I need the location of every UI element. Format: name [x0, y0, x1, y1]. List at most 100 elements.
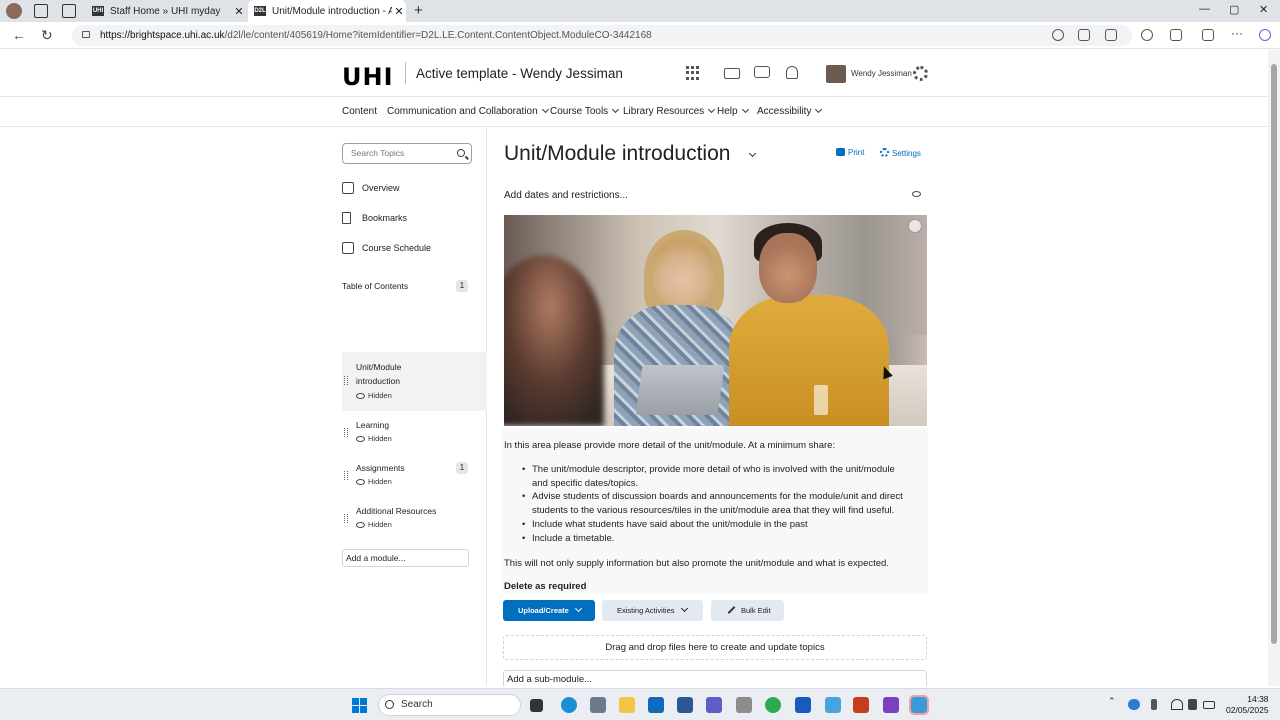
uhi-logo[interactable]: UHI	[342, 63, 394, 91]
browser-essentials-icon[interactable]	[1170, 29, 1182, 41]
bulk-edit-button[interactable]: Bulk Edit	[711, 600, 784, 621]
search-icon	[385, 700, 394, 709]
chevron-up-icon[interactable]: ⌃	[1108, 696, 1120, 707]
status-label: Hidden	[368, 391, 392, 400]
user-avatar[interactable]	[826, 65, 846, 83]
hidden-status: Hidden	[356, 434, 392, 443]
read-aloud-icon[interactable]	[1078, 29, 1090, 41]
browser-tab-active[interactable]: D2L Unit/Module introduction - Active ✕	[248, 0, 406, 22]
outlook-icon[interactable]	[648, 697, 664, 713]
add-submodule-input[interactable]: Add a sub-module...	[503, 670, 927, 686]
microphone-icon[interactable]	[1151, 699, 1157, 710]
table-of-contents-heading[interactable]: Table of Contents	[342, 281, 408, 291]
nav-label: Accessibility	[757, 106, 812, 117]
workspaces-icon[interactable]	[34, 4, 48, 18]
photos-icon[interactable]	[825, 697, 841, 713]
screen-recorder-icon[interactable]	[909, 695, 929, 715]
more-icon[interactable]: ···	[1231, 26, 1243, 40]
onenote-icon[interactable]	[883, 697, 899, 713]
wifi-icon[interactable]	[1171, 699, 1183, 710]
calculator-icon[interactable]	[590, 697, 606, 713]
image-options-icon[interactable]	[908, 219, 922, 233]
sidebar-item-bookmarks[interactable]: Bookmarks	[342, 212, 407, 224]
browser-tab-myday[interactable]: UHI Staff Home » UHI myday ✕	[86, 0, 246, 22]
edge-browser-icon[interactable]	[561, 697, 577, 713]
file-explorer-icon[interactable]	[619, 697, 635, 713]
gear-icon[interactable]	[913, 66, 928, 81]
close-icon[interactable]: ✕	[232, 5, 246, 18]
drag-handle-icon[interactable]	[344, 376, 348, 385]
store-icon[interactable]	[677, 697, 693, 713]
upload-create-button[interactable]: Upload/Create	[503, 600, 595, 621]
chevron-down-icon[interactable]	[748, 149, 757, 158]
snipping-tool-icon[interactable]	[736, 697, 752, 713]
minimize-icon[interactable]: —	[1199, 3, 1210, 15]
notifications-bell-icon[interactable]	[786, 66, 798, 79]
nav-communication[interactable]: Communication and Collaboration	[387, 105, 549, 117]
course-title[interactable]: Active template - Wendy Jessiman	[416, 66, 623, 81]
nav-library-resources[interactable]: Library Resources	[623, 105, 716, 117]
taskbar-clock[interactable]: 14:38 02/05/2025	[1226, 694, 1269, 716]
nav-accessibility[interactable]: Accessibility	[757, 105, 823, 117]
settings-button[interactable]: Settings	[880, 147, 921, 158]
drag-handle-icon[interactable]	[344, 428, 348, 437]
close-icon[interactable]: ✕	[392, 5, 406, 18]
search-icon[interactable]	[457, 149, 465, 157]
user-name[interactable]: Wendy Jessiman	[851, 69, 912, 78]
windows-start-icon[interactable]	[352, 698, 367, 713]
add-dates-link[interactable]: Add dates and restrictions...	[504, 190, 628, 201]
window-close-icon[interactable]: ✕	[1259, 3, 1268, 16]
message-alerts-icon[interactable]	[754, 66, 770, 78]
visibility-toggle-icon[interactable]	[912, 191, 921, 197]
scrollbar-thumb[interactable]	[1271, 64, 1277, 644]
clock-time: 14:38	[1247, 694, 1269, 704]
chrome-icon[interactable]	[765, 697, 781, 713]
favorites-icon[interactable]	[1202, 29, 1214, 41]
existing-activities-button[interactable]: Existing Activities	[602, 600, 703, 621]
powerpoint-icon[interactable]	[853, 697, 869, 713]
toc-module-assignments[interactable]: Assignments Hidden 1	[342, 461, 487, 497]
word-icon[interactable]	[795, 697, 811, 713]
tab-actions-icon[interactable]	[62, 4, 76, 18]
search-input[interactable]: Search Topics	[342, 143, 472, 164]
copilot-icon[interactable]	[1259, 29, 1271, 41]
status-label: Hidden	[368, 520, 392, 529]
new-tab-icon[interactable]: +	[414, 2, 423, 19]
refresh-icon[interactable]: ↻	[41, 27, 53, 44]
calendar-icon	[342, 242, 354, 254]
nav-help[interactable]: Help	[717, 105, 749, 117]
drag-handle-icon[interactable]	[344, 514, 348, 523]
teams-icon[interactable]	[706, 697, 722, 713]
extension-icon[interactable]	[1141, 29, 1153, 41]
page-scrollbar[interactable]	[1268, 50, 1280, 686]
favorite-star-icon[interactable]	[1105, 29, 1117, 41]
profile-avatar-icon[interactable]	[6, 3, 22, 19]
nav-content[interactable]: Content	[342, 106, 377, 117]
print-button[interactable]: Print	[836, 147, 864, 157]
zoom-icon[interactable]	[1052, 29, 1064, 41]
add-module-input[interactable]: Add a module...	[342, 549, 469, 567]
toc-module-additional-resources[interactable]: Additional Resources Hidden	[342, 504, 487, 540]
nav-course-tools[interactable]: Course Tools	[550, 105, 620, 117]
battery-icon[interactable]	[1203, 701, 1215, 709]
file-drop-zone[interactable]: Drag and drop files here to create and u…	[503, 635, 927, 660]
nav-label: Library Resources	[623, 106, 705, 117]
volume-icon[interactable]	[1188, 699, 1197, 710]
page-title[interactable]: Unit/Module introduction	[504, 142, 730, 166]
onedrive-icon[interactable]	[1128, 699, 1140, 710]
task-view-icon[interactable]	[530, 699, 543, 712]
taskbar-search[interactable]: Search	[378, 694, 521, 716]
toc-module-unit-introduction[interactable]: Unit/Module introduction Hidden	[342, 352, 487, 411]
drag-handle-icon[interactable]	[344, 471, 348, 480]
sidebar-item-course-schedule[interactable]: Course Schedule	[342, 242, 431, 254]
sidebar-item-overview[interactable]: Overview	[342, 182, 400, 194]
toc-module-learning[interactable]: Learning Hidden	[342, 418, 487, 454]
maximize-icon[interactable]: ▢	[1229, 3, 1239, 16]
back-icon[interactable]: ←	[12, 27, 26, 43]
mail-icon[interactable]	[724, 68, 740, 79]
app-launcher-icon[interactable]	[686, 66, 702, 80]
delete-note: Delete as required	[504, 581, 587, 592]
tab-title: Staff Home » UHI myday	[110, 5, 221, 17]
url-field[interactable]: https://brightspace.uhi.ac.uk/d2l/le/con…	[72, 25, 1132, 46]
lock-icon[interactable]	[82, 31, 90, 38]
